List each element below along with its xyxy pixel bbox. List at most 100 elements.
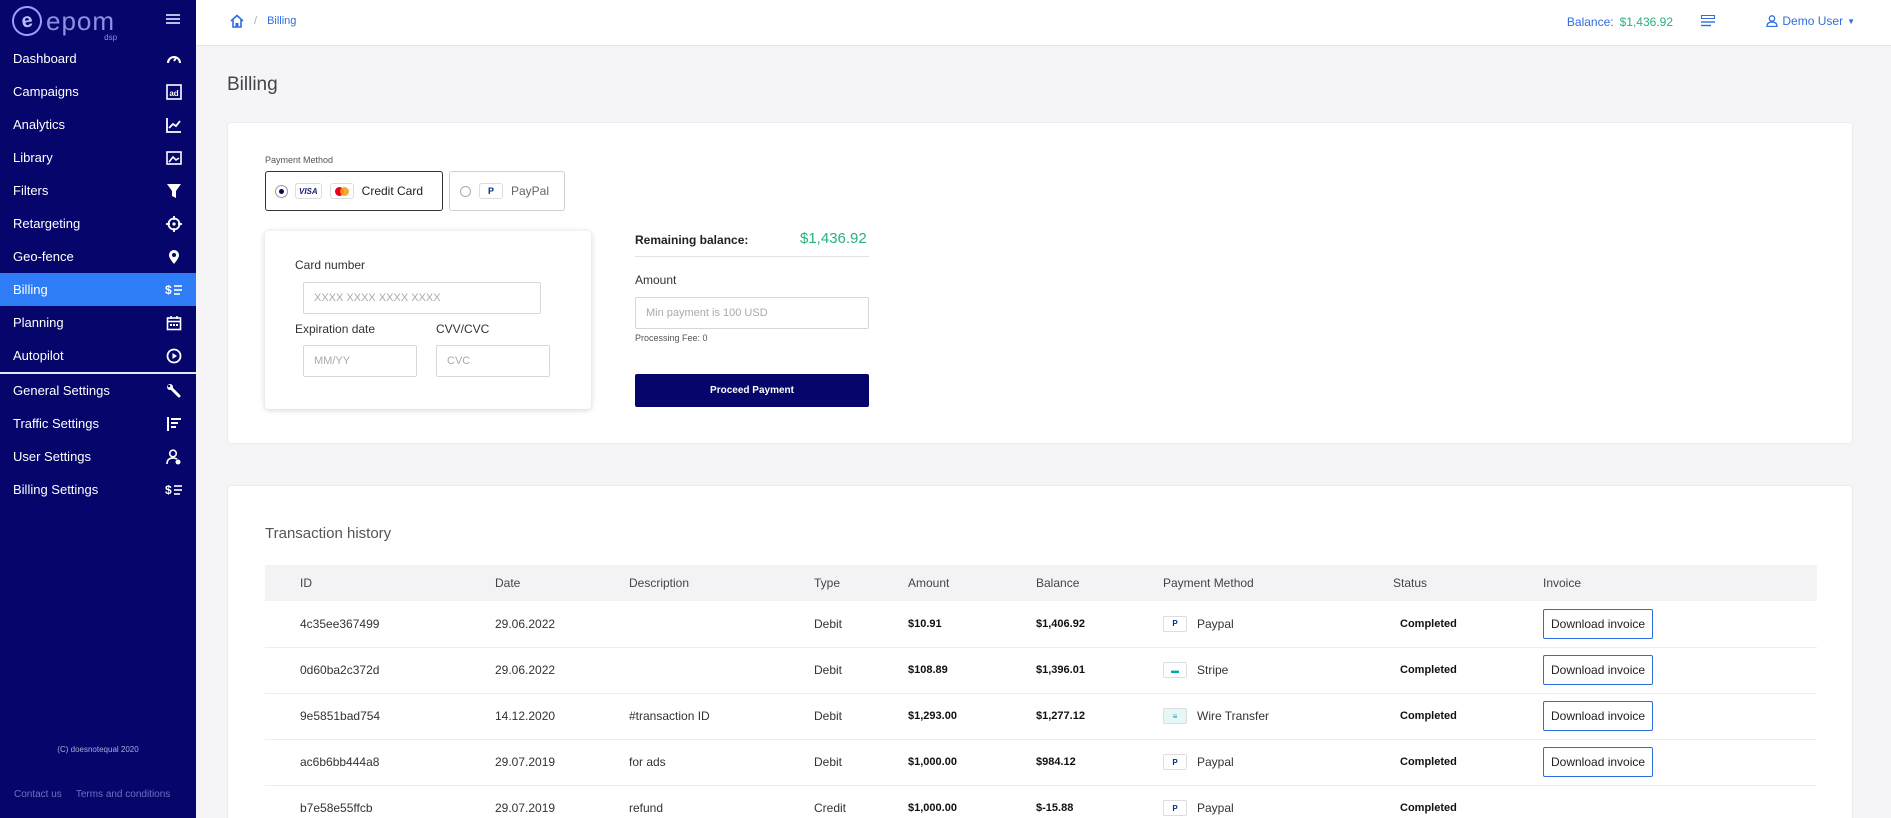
paypal-icon: P (1163, 615, 1187, 632)
sidebar-item-planning[interactable]: Planning (0, 306, 196, 339)
paypal-icon: P (1163, 800, 1187, 816)
contact-us-link[interactable]: Contact us (14, 789, 62, 800)
svg-text:ad: ad (169, 89, 178, 98)
cell-balance: $1,277.12 (1036, 693, 1163, 740)
column-header[interactable]: Invoice (1543, 565, 1817, 601)
radio-unselected[interactable] (460, 185, 471, 197)
transactions-list-icon[interactable] (1701, 15, 1715, 27)
sidebar-item-user-settings[interactable]: User Settings (0, 440, 196, 473)
crosshair-icon (165, 215, 183, 233)
cell-invoice (1543, 785, 1817, 818)
payment-option-paypal[interactable]: P PayPal (449, 171, 565, 211)
sidebar-item-dashboard[interactable]: Dashboard (0, 42, 196, 75)
breadcrumb-current[interactable]: Billing (267, 15, 296, 27)
cell-balance: $1,396.01 (1036, 647, 1163, 694)
column-header[interactable]: Balance (1036, 565, 1163, 601)
sidebar-item-autopilot[interactable]: Autopilot (0, 339, 196, 372)
cell-balance: $984.12 (1036, 739, 1163, 786)
column-header[interactable]: Date (495, 565, 629, 601)
sidebar-item-library[interactable]: Library (0, 141, 196, 174)
download-invoice-button[interactable]: Download invoice (1543, 608, 1654, 639)
payment-method-label: Payment Method (265, 155, 334, 165)
sidebar-item-label: Billing Settings (13, 482, 99, 497)
sidebar-item-label: Autopilot (13, 348, 64, 363)
card-number-input[interactable]: XXXX XXXX XXXX XXXX (303, 282, 541, 314)
caret-down-icon: ▼ (1847, 16, 1855, 26)
column-header[interactable]: Description (629, 565, 814, 601)
cvv-label: CVV/CVC (436, 322, 490, 336)
breadcrumb-separator: / (254, 15, 258, 27)
transaction-history-title: Transaction history (265, 525, 392, 542)
download-invoice-button[interactable]: Download invoice (1543, 655, 1654, 685)
radio-selected[interactable] (276, 185, 287, 197)
column-header[interactable]: Payment Method (1163, 565, 1393, 601)
cell-status: Completed (1393, 647, 1543, 694)
cell-amount: $108.89 (908, 647, 1036, 694)
paypal-icon: P (1163, 754, 1187, 770)
home-icon[interactable] (230, 14, 244, 28)
cell-id: 9e5851bad754 (265, 693, 495, 740)
user-menu[interactable]: Demo User ▼ (1766, 14, 1855, 28)
sidebar-item-billing-settings[interactable]: Billing Settings $ (0, 473, 196, 506)
copyright: (C) doesnotequal 2020 (57, 745, 139, 754)
cell-payment-method: P Paypal (1163, 601, 1393, 648)
sidebar-item-geo-fence[interactable]: Geo-fence (0, 240, 196, 273)
cell-payment-method: P Paypal (1163, 739, 1393, 786)
transaction-table: ID Date Description Type Amount Balance … (265, 565, 1817, 818)
cell-status: Completed (1393, 739, 1543, 786)
payment-method-name: Stripe (1197, 663, 1229, 677)
expiration-date-input[interactable]: MM/YY (303, 345, 417, 377)
sidebar: e epom dsp Dashboard Campaigns ad Analyt… (0, 0, 196, 818)
cell-date: 29.07.2019 (495, 785, 629, 818)
cell-type: Credit (814, 785, 908, 818)
expiration-date-label: Expiration date (295, 322, 376, 336)
stripe-icon: ▬ (1163, 662, 1187, 678)
column-header[interactable]: Status (1393, 565, 1543, 601)
column-header[interactable]: ID (265, 565, 495, 601)
sidebar-item-label: Retargeting (13, 216, 81, 231)
breadcrumb: / Billing (230, 14, 296, 28)
ad-icon: ad (165, 83, 183, 101)
sidebar-item-campaigns[interactable]: Campaigns ad (0, 75, 196, 108)
payment-method-name: Paypal (1197, 616, 1234, 631)
user-icon (1766, 15, 1779, 27)
page-title: Billing (227, 74, 278, 95)
hamburger-menu-icon[interactable] (166, 14, 180, 24)
sidebar-item-label: Analytics (13, 117, 66, 132)
sidebar-item-billing[interactable]: Billing $ (0, 273, 196, 306)
cell-type: Debit (814, 647, 908, 694)
sidebar-item-label: User Settings (13, 449, 92, 464)
sidebar-item-filters[interactable]: Filters (0, 174, 196, 207)
cell-description: for ads (629, 739, 814, 786)
sidebar-divider (0, 372, 196, 374)
wrench-icon (165, 382, 183, 400)
image-icon (165, 149, 183, 167)
calendar-icon (165, 314, 183, 332)
sidebar-item-analytics[interactable]: Analytics (0, 108, 196, 141)
column-header[interactable]: Amount (908, 565, 1036, 601)
sidebar-item-label: Library (13, 150, 53, 165)
logo-mark-icon: e (9, 3, 45, 39)
epom-logo[interactable]: e epom dsp (9, 3, 117, 42)
column-header[interactable]: Type (814, 565, 908, 601)
amount-input[interactable]: Min payment is 100 USD (635, 297, 869, 329)
cell-description: refund (629, 785, 814, 818)
cell-date: 29.06.2022 (495, 647, 629, 694)
terms-link[interactable]: Terms and conditions (76, 789, 171, 800)
gauge-icon (165, 50, 183, 68)
proceed-payment-button[interactable]: Proceed Payment (635, 374, 869, 407)
download-invoice-button[interactable]: Download invoice (1543, 701, 1654, 731)
cvv-input[interactable]: CVC (436, 345, 550, 377)
map-pin-icon (165, 248, 183, 266)
sidebar-item-traffic-settings[interactable]: Traffic Settings (0, 407, 196, 440)
cell-description: #transaction ID (629, 693, 814, 740)
payment-option-credit-card[interactable]: VISA Credit Card (265, 171, 443, 211)
cell-balance: $1,406.92 (1036, 601, 1163, 648)
cell-amount: $1,000.00 (908, 739, 1036, 786)
payment-option-label: Credit Card (361, 184, 424, 198)
amount-label: Amount (635, 273, 677, 287)
download-invoice-button[interactable]: Download invoice (1543, 747, 1654, 777)
sidebar-item-retargeting[interactable]: Retargeting (0, 207, 196, 240)
card-number-label: Card number (295, 258, 366, 272)
sidebar-item-general-settings[interactable]: General Settings (0, 374, 196, 407)
